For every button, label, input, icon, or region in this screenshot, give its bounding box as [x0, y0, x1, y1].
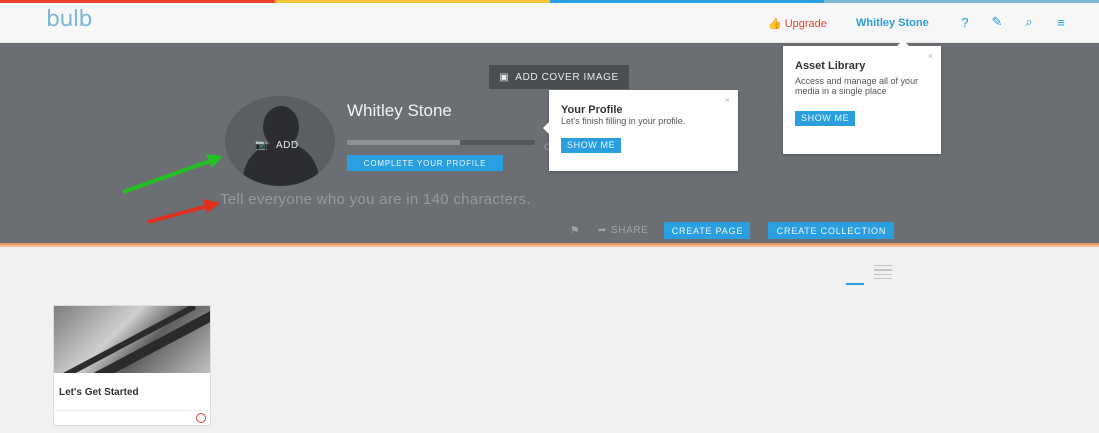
search-icon[interactable]: ⌕ [1020, 13, 1038, 31]
menu-icon[interactable]: ≡ [1052, 13, 1070, 31]
annotation-arrows [122, 154, 223, 224]
list-view-icon[interactable] [874, 265, 892, 279]
card-thumbnail [54, 306, 210, 373]
tooltip-description: Let's finish filling in your profile. [561, 116, 686, 126]
thumbs-up-icon: 👍 [768, 18, 782, 30]
upgrade-link[interactable]: 👍 Upgrade [768, 17, 827, 31]
top-navigation-bar: bulb 👍 Upgrade Whitley Stone ? ✎ ⌕ ≡ [0, 3, 1099, 43]
your-profile-tooltip: × Your Profile Let's finish filling in y… [543, 90, 738, 171]
camera-icon: 📷 [255, 140, 268, 151]
show-me-button[interactable]: SHOW ME [795, 110, 856, 126]
add-cover-image-label: ADD COVER IMAGE [515, 71, 619, 83]
share-label: SHARE [610, 225, 649, 236]
create-collection-button[interactable]: CREATE COLLECTION [768, 222, 895, 239]
profile-avatar[interactable]: 📷 ADD [225, 96, 335, 186]
card-title: Let's Get Started [59, 387, 139, 398]
create-page-button[interactable]: CREATE PAGE [664, 222, 751, 239]
tooltip-title: Your Profile [561, 104, 623, 116]
green-arrow-line [122, 158, 214, 194]
close-icon[interactable]: × [725, 95, 730, 105]
image-icon: ▣ [499, 71, 510, 83]
profile-progress-bar [347, 140, 535, 145]
hero-bottom-border [0, 243, 1099, 247]
complete-profile-button[interactable]: COMPLETE YOUR PROFILE [347, 155, 503, 171]
tooltip-title: Asset Library [795, 60, 866, 72]
close-icon[interactable]: × [928, 51, 933, 61]
share-button[interactable]: ➦ SHARE [598, 225, 648, 236]
header-icon-group: ? ✎ ⌕ ≡ [956, 13, 1070, 31]
view-toggle [846, 265, 892, 285]
card-footer [54, 410, 210, 426]
help-icon[interactable]: ? [956, 13, 974, 31]
upgrade-label: Upgrade [784, 17, 827, 30]
profile-progress-fill [347, 140, 460, 145]
profile-name: Whitley Stone [347, 101, 452, 120]
avatar-add-label: ADD [275, 140, 299, 151]
flag-icon[interactable]: ⚑ [570, 224, 590, 237]
avatar-add-control[interactable]: 📷 ADD [255, 140, 299, 151]
share-icon: ➦ [598, 225, 607, 236]
grid-view-icon[interactable] [846, 265, 864, 285]
card-action-icon[interactable] [196, 413, 206, 423]
bio-input[interactable]: Tell everyone who you are in 140 charact… [220, 191, 531, 208]
add-cover-image-button[interactable]: ▣ ADD COVER IMAGE [489, 65, 629, 89]
collection-card[interactable]: Let's Get Started [53, 305, 211, 426]
bulb-logo[interactable]: bulb [46, 7, 93, 32]
red-arrow-line [147, 204, 209, 224]
tooltip-description: Access and manage all of your media in a… [795, 76, 919, 96]
user-name-link[interactable]: Whitley Stone [856, 17, 929, 29]
red-arrow-head [203, 199, 220, 213]
hero-actions: ⚑ ➦ SHARE CREATE PAGE CREATE COLLECTION [570, 222, 895, 239]
edit-icon[interactable]: ✎ [988, 13, 1006, 31]
show-me-button[interactable]: SHOW ME [561, 137, 622, 153]
asset-library-tooltip: × Asset Library Access and manage all of… [783, 40, 941, 154]
